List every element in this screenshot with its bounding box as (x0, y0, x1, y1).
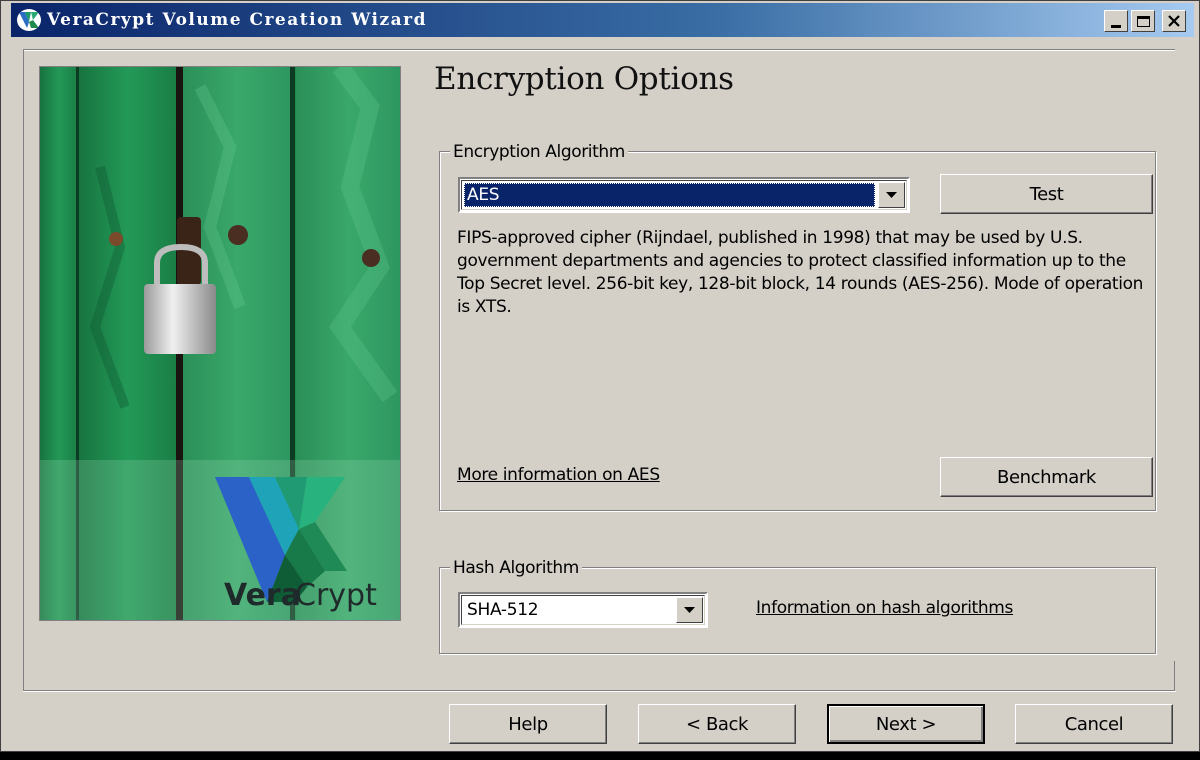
frame-top-line-light (23, 50, 1175, 51)
page-title: Encryption Options (434, 61, 734, 97)
desktop-background-strip (0, 752, 1200, 760)
frame-right-line (1174, 661, 1175, 691)
title-bar[interactable]: VeraCrypt Volume Creation Wizard (11, 3, 1194, 37)
logo-vera-text: Vera (224, 578, 301, 613)
window-title: VeraCrypt Volume Creation Wizard (47, 10, 427, 30)
encryption-dropdown-button[interactable] (878, 182, 905, 208)
hash-algorithm-select[interactable]: SHA-512 (458, 592, 708, 628)
maximize-icon (1136, 15, 1150, 27)
benchmark-button[interactable]: Benchmark (940, 457, 1153, 497)
veracrypt-banner-image: Vera Crypt (39, 66, 401, 621)
frame-left-line (23, 49, 24, 691)
more-info-aes-link[interactable]: More information on AES (457, 465, 660, 485)
back-button[interactable]: < Back (638, 704, 796, 744)
veracrypt-app-icon (17, 9, 41, 31)
cancel-button[interactable]: Cancel (1015, 704, 1173, 744)
chevron-down-icon (886, 191, 897, 198)
frame-bottom-line-light (23, 691, 1176, 692)
algorithm-description: FIPS-approved cipher (Rijndael, publishe… (457, 228, 1144, 317)
next-button[interactable]: Next > (827, 704, 985, 744)
chevron-down-icon (684, 606, 695, 613)
hash-info-link[interactable]: Information on hash algorithms (756, 598, 1013, 618)
test-button[interactable]: Test (940, 174, 1153, 214)
hash-algorithm-legend: Hash Algorithm (450, 558, 582, 578)
hash-algorithm-selected-value: SHA-512 (467, 600, 539, 620)
help-button[interactable]: Help (449, 704, 607, 744)
encryption-algorithm-select[interactable]: AES (458, 177, 910, 213)
minimize-button[interactable] (1104, 10, 1128, 32)
maximize-button[interactable] (1131, 10, 1155, 32)
wizard-window: VeraCrypt Volume Creation Wizard Vera Cr… (0, 0, 1200, 752)
close-button[interactable] (1162, 10, 1186, 32)
encryption-algorithm-selected-value: AES (464, 183, 875, 207)
minimize-icon (1111, 24, 1121, 28)
logo-crypt-text: Crypt (295, 578, 377, 613)
encryption-algorithm-legend: Encryption Algorithm (450, 142, 628, 162)
hash-dropdown-button[interactable] (676, 597, 703, 623)
close-icon (1168, 15, 1180, 27)
